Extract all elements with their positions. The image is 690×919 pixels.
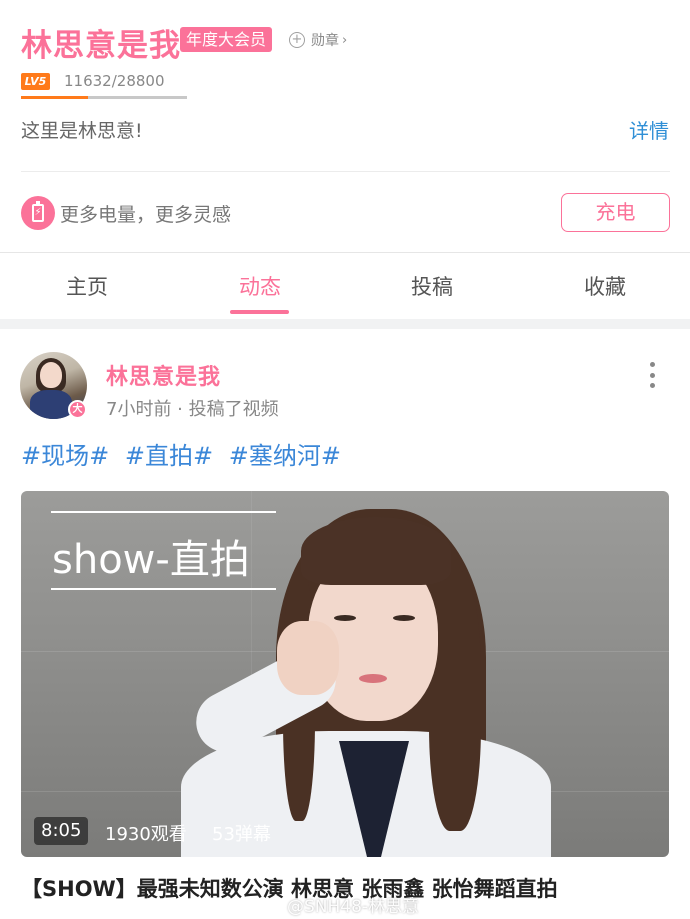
exp-progress-bar (21, 96, 187, 99)
charge-button[interactable]: 充电 (561, 193, 670, 232)
tab-dynamic[interactable]: 动态 (200, 271, 320, 301)
video-views: 1930观看 (105, 824, 187, 845)
video-thumbnail[interactable]: show-直拍 8:05 1930观看 53弹幕 (21, 491, 669, 857)
detail-link[interactable]: 详情 (629, 115, 669, 144)
post-author[interactable]: 林思意是我 (106, 359, 221, 391)
overlay-line (51, 588, 276, 590)
post-meta: 7小时前 · 投稿了视频 (106, 399, 279, 420)
profile-bio: 这里是林思意! (21, 120, 143, 142)
video-danmaku-count: 53弹幕 (212, 824, 271, 845)
active-tab-indicator (230, 310, 289, 314)
charge-promo-text: 更多电量，更多灵感 (60, 204, 232, 226)
profile-username: 林思意是我 (21, 28, 181, 64)
post-tags: #现场# #直拍# #塞纳河# (21, 436, 349, 471)
more-vertical-icon[interactable] (646, 362, 658, 388)
tab-uploads[interactable]: 投稿 (372, 271, 492, 301)
video-duration: 8:05 (34, 817, 89, 845)
divider (21, 171, 670, 172)
tab-home[interactable]: 主页 (27, 271, 147, 301)
profile-tabs: 主页 动态 投稿 收藏 (0, 253, 690, 319)
tab-favorites[interactable]: 收藏 (545, 271, 665, 301)
exp-text: 11632/28800 (64, 72, 165, 90)
profile-header: 林思意是我 年度大会员 + 勋章 › LV5 11632/28800 这里是林思… (0, 0, 690, 253)
vip-badge[interactable]: 年度大会员 (180, 27, 273, 52)
tag-link[interactable]: #塞纳河# (229, 442, 341, 470)
exp-progress-fill (21, 96, 89, 99)
medal-label: 勋章 (311, 33, 339, 49)
plus-circle-icon: + (289, 32, 305, 48)
section-separator (0, 319, 690, 329)
vip-avatar-badge: 大 (68, 400, 87, 419)
chevron-right-icon: › (342, 32, 348, 48)
tag-link[interactable]: #现场# (21, 442, 109, 470)
medal-link[interactable]: + 勋章 › (289, 30, 347, 50)
battery-bolt-icon: ⚡ (21, 196, 55, 230)
overlay-line (51, 511, 276, 513)
watermark: @SNH48-林思意 (287, 897, 420, 917)
level-badge: LV5 (21, 73, 50, 90)
video-overlay-title: show-直拍 (52, 537, 250, 583)
tag-link[interactable]: #直拍# (125, 442, 213, 470)
